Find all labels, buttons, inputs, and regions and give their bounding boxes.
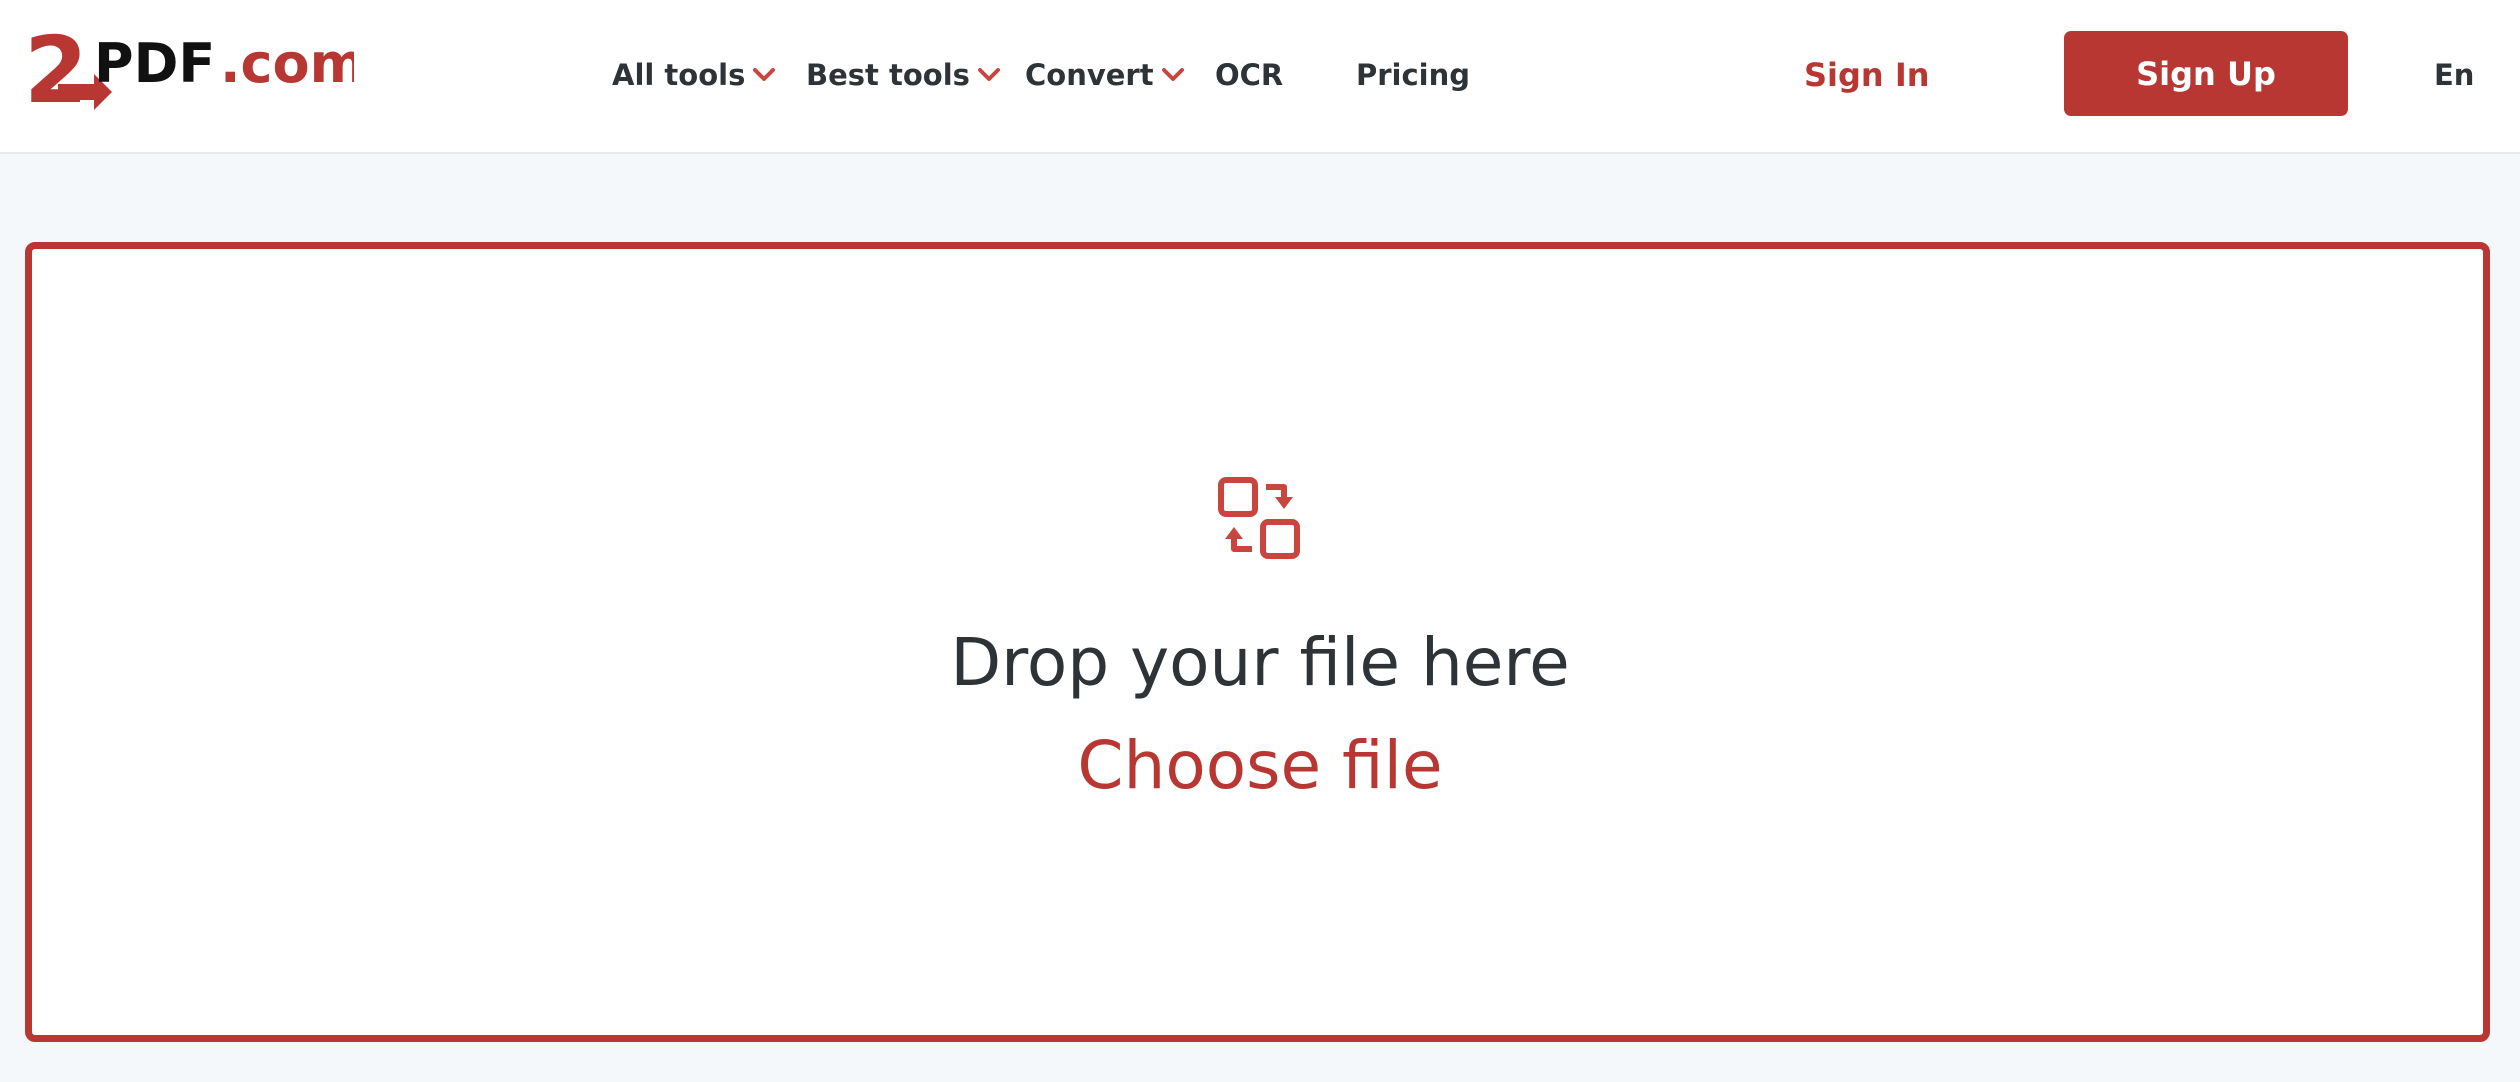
site-header: 2 PDF .com All tools Best tools Convert …	[0, 0, 2520, 154]
site-logo[interactable]: 2 PDF .com	[24, 20, 354, 116]
nav-ocr-label: OCR	[1215, 58, 1284, 92]
sign-in-link[interactable]: Sign In	[1804, 0, 1930, 150]
chevron-down-icon	[753, 68, 776, 81]
nav-best-tools-label: Best tools	[806, 58, 970, 92]
svg-text:PDF: PDF	[94, 32, 215, 95]
nav-convert-label: Convert	[1025, 58, 1154, 92]
convert-arrows-icon	[1218, 477, 1300, 559]
svg-text:.com: .com	[220, 32, 354, 95]
chevron-down-icon	[1161, 68, 1184, 81]
nav-best-tools[interactable]: Best tools	[806, 0, 1000, 150]
svg-text:2: 2	[24, 20, 88, 116]
nav-all-tools-label: All tools	[612, 58, 746, 92]
nav-pricing[interactable]: Pricing	[1356, 0, 1470, 150]
nav-pricing-label: Pricing	[1356, 58, 1471, 92]
drop-instructions: Drop your file here	[950, 624, 1570, 701]
language-selector[interactable]: En	[2434, 0, 2474, 150]
choose-file-wrapper: Choose file	[0, 727, 2520, 804]
sign-up-button[interactable]: Sign Up	[2064, 31, 2348, 116]
nav-all-tools[interactable]: All tools	[612, 0, 776, 150]
nav-convert[interactable]: Convert	[1025, 0, 1184, 150]
choose-file-button[interactable]: Choose file	[1077, 727, 1442, 804]
chevron-down-icon	[977, 68, 1000, 81]
nav-ocr[interactable]: OCR	[1215, 0, 1283, 150]
